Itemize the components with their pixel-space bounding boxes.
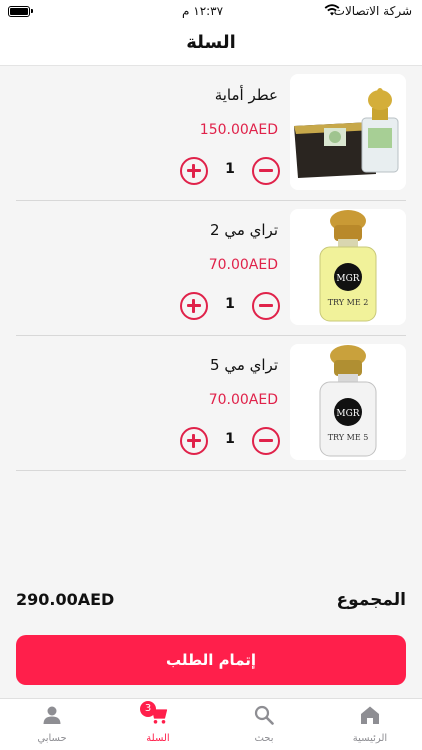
total-value: 290.00AED [16, 590, 115, 609]
quantity-value: 1 [225, 161, 235, 177]
tab-label: الرئيسية [352, 733, 388, 744]
quantity-stepper: 1 [180, 156, 280, 186]
quantity-stepper: 1 [180, 291, 280, 321]
cart-list: عطر أماية 150.00AED 1 MGR TRY ME 2 تراي … [0, 66, 422, 471]
product-price: 70.00AED [208, 392, 278, 408]
battery-icon [8, 6, 33, 17]
home-icon [361, 706, 379, 724]
tab-home[interactable]: الرئيسية [330, 699, 410, 750]
product-name[interactable]: عطر أماية [215, 86, 278, 104]
product-name[interactable]: تراي مي 2 [210, 221, 278, 239]
search-icon [254, 705, 274, 725]
total-row: 290.00AED المجموع [16, 590, 406, 612]
perfume-gift-box-icon [294, 88, 399, 178]
person-icon [43, 706, 61, 724]
product-price: 150.00AED [199, 122, 278, 138]
total-label: المجموع [336, 590, 406, 610]
page-title: السلة [186, 32, 236, 53]
cart-item: MGR TRY ME 2 تراي مي 2 70.00AED 1 [16, 201, 406, 336]
product-image[interactable] [290, 74, 406, 190]
perfume-bottle-icon: MGR TRY ME 2 [319, 210, 377, 322]
quantity-value: 1 [225, 431, 235, 447]
svg-text:MGR: MGR [336, 409, 359, 419]
tab-bar: حسابي 3 السلة بحث الرئيسية [0, 698, 422, 750]
nav-header: السلة [0, 24, 422, 66]
bottle-label: TRY ME 2 [328, 298, 369, 307]
product-name[interactable]: تراي مي 5 [210, 356, 278, 374]
tab-label: حسابي [37, 733, 67, 744]
quantity-stepper: 1 [180, 426, 280, 456]
tab-search[interactable]: بحث [224, 699, 304, 750]
product-image[interactable]: MGR TRY ME 5 [290, 344, 406, 460]
status-bar: ١٢:٣٧ م شركة الاتصالات [0, 0, 422, 24]
quantity-value: 1 [225, 296, 235, 312]
perfume-bottle-icon: MGR TRY ME 5 [319, 345, 377, 457]
tab-account[interactable]: حسابي [12, 699, 92, 750]
increase-quantity-button[interactable] [180, 157, 208, 185]
increase-quantity-button[interactable] [180, 292, 208, 320]
cart-item: MGR TRY ME 5 تراي مي 5 70.00AED 1 [16, 336, 406, 471]
svg-text:MGR: MGR [336, 274, 359, 284]
checkout-button[interactable]: إتمام الطلب [16, 635, 406, 685]
decrease-quantity-button[interactable] [252, 292, 280, 320]
decrease-quantity-button[interactable] [252, 427, 280, 455]
cart-item: عطر أماية 150.00AED 1 [16, 66, 406, 201]
cart-badge: 3 [140, 701, 156, 717]
tab-label: السلة [146, 733, 170, 744]
product-image[interactable]: MGR TRY ME 2 [290, 209, 406, 325]
increase-quantity-button[interactable] [180, 427, 208, 455]
tab-cart[interactable]: 3 السلة [118, 699, 198, 750]
decrease-quantity-button[interactable] [252, 157, 280, 185]
carrier-name: شركة الاتصالات [333, 4, 412, 18]
tab-label: بحث [254, 733, 274, 744]
status-time: ١٢:٣٧ م [182, 4, 224, 18]
product-price: 70.00AED [208, 257, 278, 273]
bottle-label: TRY ME 5 [328, 433, 369, 442]
